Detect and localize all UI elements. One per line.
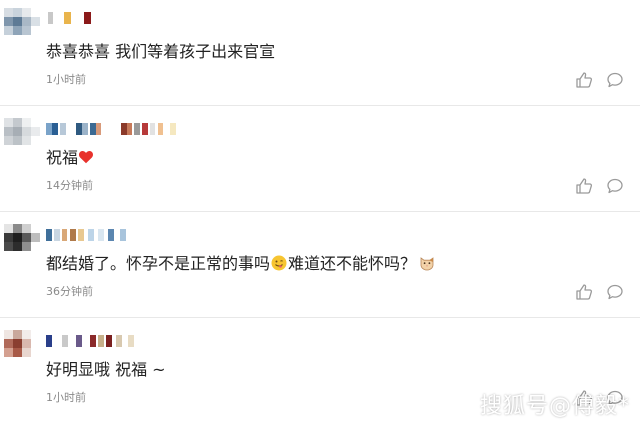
thumbs-up-icon[interactable] <box>575 71 593 89</box>
comment-time: 14分钟前 <box>46 179 93 192</box>
comment-item-2: 祝福 14分钟前 <box>0 106 640 212</box>
comment-text: 好明显哦 祝福 ~ <box>46 360 166 379</box>
comment-text-label: 都结婚了。怀孕不是正常的事吗 <box>46 254 271 273</box>
comment-time: 1小时前 <box>46 391 86 404</box>
avatar[interactable] <box>4 8 40 44</box>
avatar[interactable] <box>4 224 40 260</box>
tongue-smile-emoji <box>271 255 287 271</box>
comment-time: 36分钟前 <box>46 285 93 298</box>
thumbs-up-icon[interactable] <box>575 283 593 301</box>
red-heart-emoji <box>78 149 94 165</box>
comment-text-label: 祝福 <box>46 148 79 167</box>
avatar[interactable] <box>4 118 40 154</box>
cat-face-emoji <box>419 255 435 271</box>
comment-item-3: 都结婚了。怀孕不是正常的事吗 难道还不能怀吗？ 36分钟前 <box>0 212 640 318</box>
comment-bubble-icon[interactable] <box>606 283 624 301</box>
comment-text-label-continued: 难道还不能怀吗？ <box>288 254 417 273</box>
comment-bubble-icon[interactable] <box>606 177 624 195</box>
comment-text: 恭喜恭喜 我们等着孩子出来官宣 <box>46 42 276 61</box>
thumbs-up-icon[interactable] <box>575 177 593 195</box>
avatar[interactable] <box>4 330 40 366</box>
watermark: 搜狐号@傅毅* <box>479 394 630 419</box>
comment-time: 1小时前 <box>46 73 86 86</box>
comment-text: 祝福 <box>46 147 94 169</box>
comment-bubble-icon[interactable] <box>606 71 624 89</box>
comment-text: 都结婚了。怀孕不是正常的事吗 难道还不能怀吗？ <box>46 253 435 275</box>
comment-item-1: 恭喜恭喜 我们等着孩子出来官宣 1小时前 <box>0 0 640 106</box>
